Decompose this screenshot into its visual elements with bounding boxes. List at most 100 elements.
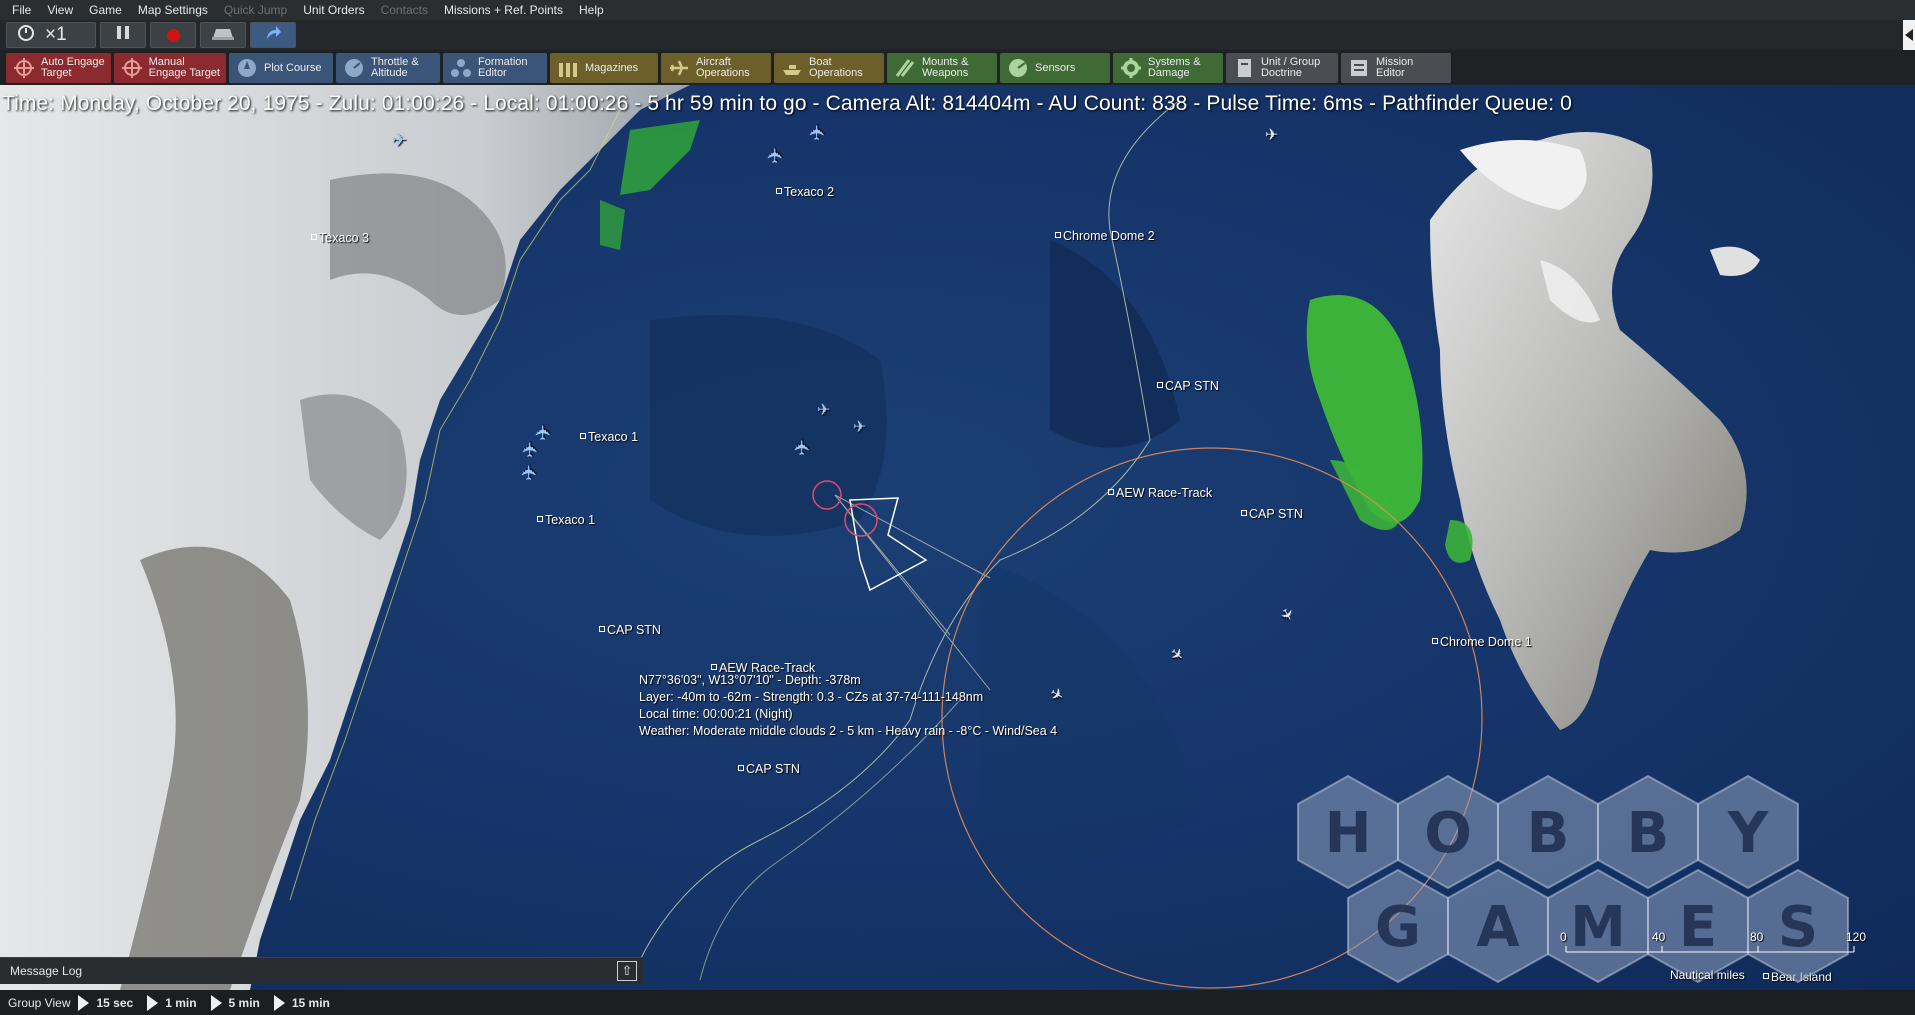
vehicle-icon (210, 25, 236, 46)
mounts-weapons-label: Mounts & Weapons (921, 56, 969, 79)
time-step-5-min[interactable]: 5 min (210, 994, 260, 1011)
magazines-button[interactable]: Magazines (549, 53, 658, 83)
magazines-label: Magazines (584, 61, 639, 74)
time-compression-control[interactable]: ×1 (6, 22, 96, 48)
message-log-bar[interactable]: Message Log ⇧ (0, 957, 643, 984)
aircraft-icon[interactable]: ✈ (531, 424, 556, 441)
plot-course-button[interactable]: Plot Course (228, 53, 333, 83)
scale-unit-label: Nautical miles (1670, 968, 1745, 982)
ref-point-chrome-dome-2[interactable]: Chrome Dome 2 (1055, 229, 1155, 243)
side-panel-toggle[interactable] (1903, 20, 1915, 50)
aircraft-icon[interactable]: ✈ (1265, 125, 1278, 145)
mounts-weapons-button[interactable]: Mounts & Weapons (886, 53, 997, 83)
menu-missions-ref-points[interactable]: Missions + Ref. Points (438, 0, 573, 20)
formation-editor-label: Formation Editor (477, 56, 528, 79)
aircraft-icon[interactable]: ✈ (517, 464, 542, 481)
expand-icon[interactable]: ⇧ (617, 961, 637, 981)
aircraft-icon[interactable]: ✈ (790, 439, 815, 456)
watermark-letter: Y (1727, 801, 1770, 866)
aircraft-icon[interactable]: ✈ (518, 441, 543, 458)
game-window: File View Game Map Settings Quick Jump U… (0, 0, 1915, 1015)
play-icon (210, 994, 222, 1011)
menu-map-settings[interactable]: Map Settings (132, 0, 218, 20)
ref-point-texaco-2[interactable]: Texaco 2 (776, 185, 834, 199)
time-step-15-min[interactable]: 15 min (273, 994, 330, 1011)
mission-editor-button[interactable]: Mission Editor (1340, 53, 1451, 83)
share-button[interactable] (250, 22, 296, 48)
aircraft-icon[interactable]: ✈ (817, 400, 830, 420)
play-icon (78, 994, 90, 1011)
tooltip-coordinates: N77°36'03", W13°07'10" - Depth: -378m (639, 673, 861, 687)
scale-tick-label: 80 (1750, 930, 1764, 944)
tooltip-weather: Weather: Moderate middle clouds 2 - 5 km… (639, 724, 1058, 738)
weapons-icon (893, 57, 917, 79)
auto-engage-target-button[interactable]: Auto Engage Target (6, 53, 111, 83)
ref-point-cap-stn[interactable]: CAP STN (738, 762, 800, 776)
menu-bar: File View Game Map Settings Quick Jump U… (0, 0, 1915, 20)
auto-engage-target-label: Auto Engage Target (41, 56, 105, 79)
mission-editor-label: Mission Editor (1375, 56, 1414, 79)
tooltip-layer: Layer: -40m to -62m - Strength: 0.3 - CZ… (639, 690, 984, 704)
menu-game[interactable]: Game (83, 0, 132, 20)
formation-editor-button[interactable]: Formation Editor (442, 53, 547, 83)
ref-point-cap-stn[interactable]: CAP STN (599, 623, 661, 637)
time-step-15-sec[interactable]: 15 sec (78, 994, 133, 1011)
message-log-label: Message Log (10, 964, 83, 978)
boat-icon (780, 57, 804, 79)
aircraft-icon[interactable]: ✈ (392, 130, 407, 151)
ref-point-texaco-1[interactable]: Texaco 1 (580, 430, 638, 444)
aircraft-icon[interactable]: ✈ (763, 147, 788, 164)
throttle-altitude-label: Throttle & Altitude (370, 56, 419, 79)
record-button[interactable] (150, 22, 196, 48)
manual-engage-target-label: Manual Engage Target (148, 56, 220, 79)
throttle-altitude-button[interactable]: Throttle & Altitude (335, 53, 440, 83)
menu-help[interactable]: Help (573, 0, 614, 20)
boat-operations-button[interactable]: Boat Operations (773, 53, 884, 83)
tooltip-local-time: Local time: 00:00:21 (Night) (639, 707, 793, 721)
group-view-bar: Group View 15 sec 1 min 5 min 15 min (0, 990, 1915, 1015)
watermark-letter: H (1325, 801, 1372, 866)
menu-quick-jump[interactable]: Quick Jump (218, 0, 297, 20)
compass-icon (235, 57, 259, 79)
ref-point-aew-race-track[interactable]: AEW Race-Track (1108, 486, 1212, 500)
menu-contacts[interactable]: Contacts (375, 0, 438, 20)
scale-tick-label: 40 (1652, 930, 1666, 944)
ammo-icon (556, 57, 580, 79)
watermark-letter: O (1424, 801, 1472, 866)
menu-file[interactable]: File (6, 0, 41, 20)
unit-group-doctrine-button[interactable]: Unit / Group Doctrine (1225, 53, 1338, 83)
gear-icon (1119, 57, 1143, 79)
ref-point-cap-stn[interactable]: CAP STN (1241, 507, 1303, 521)
map-scale-bar: 0 40 80 120 Nautical miles (1560, 930, 1866, 990)
throttle-icon (342, 57, 366, 79)
manual-engage-target-button[interactable]: Manual Engage Target (113, 53, 226, 83)
time-step-1-min[interactable]: 1 min (147, 994, 197, 1011)
time-compression-value: ×1 (45, 24, 67, 45)
unit-group-doctrine-label: Unit / Group Doctrine (1260, 56, 1321, 79)
watermark-letter: G (1375, 895, 1421, 960)
pause-icon (115, 26, 131, 44)
crosshair-icon (12, 57, 36, 79)
scale-tick-label: 0 (1560, 930, 1567, 944)
crosshair-icon (120, 57, 144, 79)
watermark-letter: B (1527, 801, 1570, 866)
ref-point-texaco-1[interactable]: Texaco 1 (537, 513, 595, 527)
aircraft-icon[interactable]: ✈ (853, 417, 866, 437)
clock-icon (17, 24, 35, 47)
ref-point-texaco-3[interactable]: Texaco 3 (311, 231, 369, 245)
time-controls: ×1 (0, 20, 1915, 50)
editor-icon (1347, 57, 1371, 79)
plot-course-label: Plot Course (263, 61, 322, 74)
ref-point-chrome-dome-1[interactable]: Chrome Dome 1 (1432, 635, 1532, 649)
menu-view[interactable]: View (41, 0, 83, 20)
record-icon (166, 28, 180, 42)
aircraft-operations-button[interactable]: Aircraft Operations (660, 53, 771, 83)
car-view-button[interactable] (200, 22, 246, 48)
aircraft-icon[interactable]: ✈ (805, 124, 830, 141)
systems-damage-button[interactable]: Systems & Damage (1112, 53, 1223, 83)
ref-point-cap-stn[interactable]: CAP STN (1157, 379, 1219, 393)
menu-unit-orders[interactable]: Unit Orders (297, 0, 374, 20)
pause-button[interactable] (100, 22, 146, 48)
sensors-button[interactable]: Sensors (999, 53, 1110, 83)
formation-icon (449, 57, 473, 79)
